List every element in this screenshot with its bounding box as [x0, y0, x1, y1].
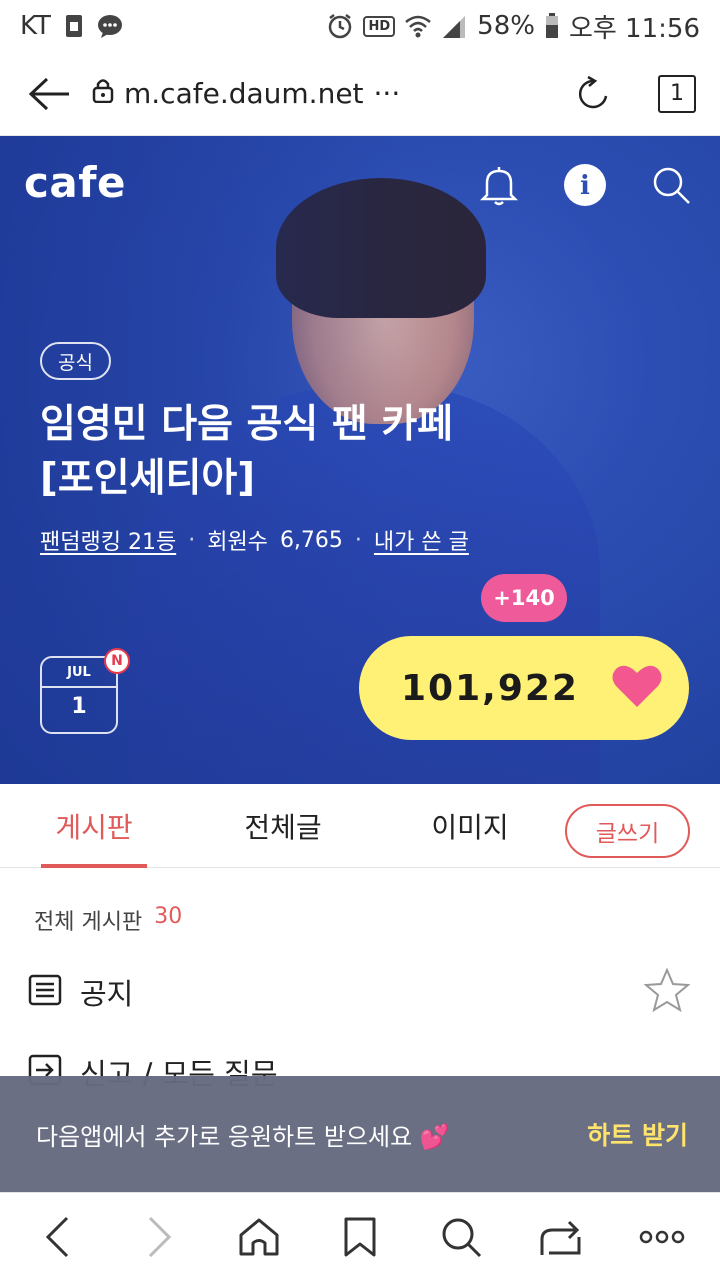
tab-all-posts[interactable]: 전체글	[228, 784, 338, 868]
new-badge: N	[104, 648, 130, 674]
info-icon[interactable]: i	[562, 162, 608, 208]
clock-time: 오후 11:56	[568, 13, 700, 44]
calendar-divider	[42, 686, 116, 688]
fandom-ranking-link[interactable]: 팬덤랭킹 21등	[40, 524, 176, 556]
lock-icon	[92, 77, 114, 110]
heart-count: 101,922	[401, 667, 579, 709]
url-text: m.cafe.daum.net	[124, 77, 364, 110]
app-promo-banner: 다음앱에서 추가로 응원하트 받으세요 💕 하트 받기	[0, 1076, 720, 1192]
carrier-label: KT	[20, 11, 51, 41]
board-count: 30	[154, 904, 183, 929]
more-ellipsis: ···	[373, 77, 401, 110]
status-bar: KT HD 58% 오후 11:56	[0, 0, 720, 52]
cafe-title: 임영민 다음 공식 팬 카페 [포인세티아]	[40, 402, 454, 501]
reload-icon[interactable]	[570, 70, 618, 118]
members-count: 6,765	[279, 527, 343, 553]
board-header-label: 전체 게시판	[34, 910, 143, 935]
share-icon[interactable]	[531, 1207, 591, 1267]
sim-card-icon	[65, 14, 83, 38]
board-item-label: 공지	[80, 977, 134, 1011]
more-icon[interactable]	[632, 1207, 692, 1267]
heart-delta-bubble: +140	[481, 574, 567, 622]
write-button[interactable]: 글쓰기	[565, 804, 690, 858]
wifi-icon	[405, 14, 431, 38]
get-heart-button[interactable]: 하트 받기	[587, 1116, 688, 1152]
signal-icon	[441, 14, 467, 38]
home-icon[interactable]	[229, 1207, 289, 1267]
browser-bottom-nav	[0, 1192, 720, 1280]
search-icon[interactable]	[431, 1207, 491, 1267]
star-icon[interactable]	[643, 967, 691, 1016]
separator-dot: ·	[354, 527, 362, 553]
hd-label: HD	[368, 18, 391, 34]
heart-icon	[611, 663, 663, 713]
cafe-meta: 팬덤랭킹 21등 · 회원수 6,765 · 내가 쓴 글	[40, 524, 469, 556]
board-item-notice[interactable]: 공지	[0, 952, 720, 1032]
cafe-logo[interactable]: cafe	[24, 158, 126, 207]
tab-images[interactable]: 이미지	[415, 784, 525, 868]
cheer-heart-button[interactable]: 101,922	[359, 636, 689, 740]
bell-icon[interactable]	[476, 162, 522, 208]
battery-percent: 58%	[477, 11, 535, 41]
bookmark-icon[interactable]	[330, 1207, 390, 1267]
svg-text:i: i	[580, 171, 590, 201]
battery-icon	[545, 13, 559, 39]
hd-voice-icon: HD	[363, 15, 396, 37]
promo-text: 다음앱에서 추가로 응원하트 받으세요 💕	[36, 1122, 450, 1151]
separator-dot: ·	[188, 527, 196, 553]
tab-count: 1	[670, 81, 684, 106]
calendar-day: 1	[71, 694, 87, 719]
my-posts-link[interactable]: 내가 쓴 글	[374, 524, 469, 556]
cafe-tabs: 게시판 전체글 이미지 글쓰기	[0, 784, 720, 868]
nav-forward-icon[interactable]	[129, 1207, 189, 1267]
cafe-hero: cafe i 공식 임영민 다음 공식 팬 카페 [포인세티아] 팬덤랭킹 21…	[0, 136, 720, 784]
nav-back-icon[interactable]	[28, 1207, 88, 1267]
board-header: 전체 게시판 30	[34, 904, 182, 936]
active-tab-indicator	[41, 864, 147, 868]
list-icon	[28, 974, 62, 1010]
tab-board[interactable]: 게시판	[41, 784, 147, 868]
official-badge: 공식	[40, 342, 111, 380]
alarm-icon	[327, 13, 353, 39]
members-label: 회원수	[207, 530, 268, 555]
search-icon[interactable]	[648, 162, 694, 208]
talk-bubble-icon	[97, 14, 123, 38]
hero-icon-group: i	[476, 162, 694, 208]
tab-count-button[interactable]: 1	[658, 74, 696, 113]
address-bar[interactable]: m.cafe.daum.net ···	[92, 77, 400, 110]
back-arrow-icon[interactable]	[24, 69, 74, 119]
browser-toolbar: m.cafe.daum.net ··· 1	[0, 52, 720, 136]
